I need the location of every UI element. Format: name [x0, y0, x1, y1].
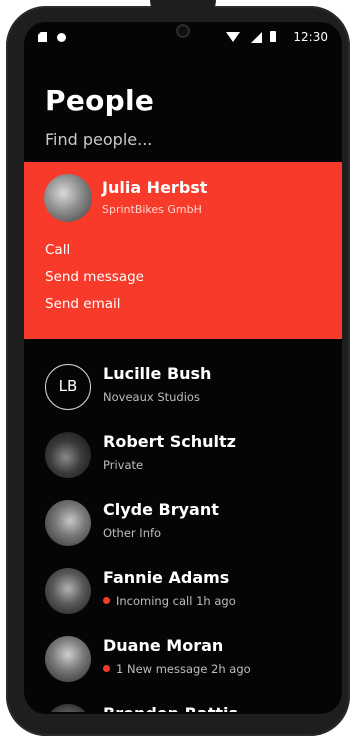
- contact-subtitle: SprintBikes GmbH: [102, 203, 202, 216]
- battery-icon: [270, 31, 276, 42]
- status-text: Incoming call 1h ago: [116, 594, 236, 608]
- signal-icon: [251, 32, 262, 43]
- list-item[interactable]: Duane Moran 1 New message 2h ago: [24, 634, 342, 698]
- contact-name: Lucille Bush: [103, 364, 212, 383]
- avatar[interactable]: [45, 568, 91, 614]
- status-text: 1 New message 2h ago: [116, 662, 251, 676]
- list-item[interactable]: Brenden Rattis: [24, 702, 342, 712]
- page-title: People: [45, 84, 155, 117]
- search-input[interactable]: Find people...: [45, 130, 152, 149]
- expanded-contact-card[interactable]: Julia Herbst SprintBikes GmbH Call Send …: [24, 162, 342, 339]
- contact-name: Duane Moran: [103, 636, 224, 655]
- avatar[interactable]: [45, 432, 91, 478]
- notification-dot-icon: [57, 33, 66, 42]
- contact-name: Fannie Adams: [103, 568, 230, 587]
- contact-name: Brenden Rattis: [103, 704, 238, 712]
- sd-card-icon: [38, 32, 47, 42]
- wifi-icon: [226, 32, 240, 42]
- contact-subtitle: Noveaux Studios: [103, 390, 200, 404]
- clock: 12:30: [293, 30, 328, 44]
- list-item[interactable]: Clyde Bryant Other Info: [24, 498, 342, 562]
- send-message-action[interactable]: Send message: [45, 269, 144, 285]
- status-indicator-icon: [103, 665, 110, 672]
- send-email-action[interactable]: Send email: [45, 296, 121, 312]
- avatar[interactable]: [45, 636, 91, 682]
- contact-name: Clyde Bryant: [103, 500, 219, 519]
- contact-subtitle: Other Info: [103, 526, 162, 540]
- list-item[interactable]: Fannie Adams Incoming call 1h ago: [24, 566, 342, 630]
- list-item[interactable]: Robert Schultz Private: [24, 430, 342, 494]
- contact-status: Incoming call 1h ago: [103, 594, 236, 608]
- avatar[interactable]: [44, 174, 92, 222]
- status-bar: 12:30: [38, 30, 328, 46]
- call-action[interactable]: Call: [45, 242, 70, 258]
- avatar[interactable]: [45, 704, 91, 712]
- contact-name: Julia Herbst: [102, 178, 208, 197]
- avatar[interactable]: LB: [45, 364, 91, 410]
- contact-status: 1 New message 2h ago: [103, 662, 251, 676]
- contact-name: Robert Schultz: [103, 432, 236, 451]
- avatar[interactable]: [45, 500, 91, 546]
- contact-subtitle: Private: [103, 458, 144, 472]
- status-indicator-icon: [103, 597, 110, 604]
- list-item[interactable]: LB Lucille Bush Noveaux Studios: [24, 362, 342, 426]
